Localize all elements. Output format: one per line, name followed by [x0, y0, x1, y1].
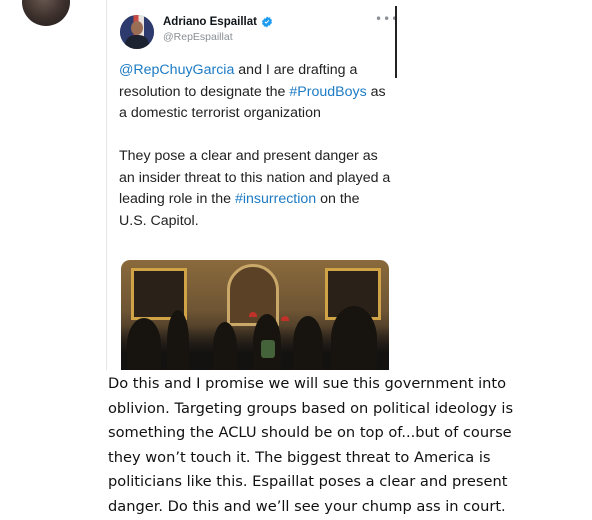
tweet-paragraph-1: @RepChuyGarcia and I are drafting a reso…: [119, 60, 391, 125]
caption-line: Do this and I promise we will sue this g…: [108, 375, 507, 392]
author-name-row: Adriano Espaillat: [163, 16, 273, 28]
more-options-icon[interactable]: •••: [375, 13, 396, 25]
caption-line: oblivion. Targeting groups based on poli…: [108, 399, 514, 417]
hashtag-link-proudboys[interactable]: #ProudBoys: [289, 84, 366, 100]
author-display-name[interactable]: Adriano Espaillat: [163, 16, 257, 28]
hashtag-link-insurrection[interactable]: #insurrection: [235, 191, 316, 207]
photo-figure: [167, 310, 189, 370]
photo-figure: [331, 306, 377, 370]
caption-line: something the ACLU should be on top of..…: [108, 424, 512, 441]
mention-link[interactable]: @RepChuyGarcia: [119, 62, 234, 78]
tweet-body: @RepChuyGarcia and I are drafting a reso…: [119, 60, 391, 232]
photo-figure: [127, 318, 161, 370]
tweet-paragraph-2: They pose a clear and present danger as …: [119, 146, 391, 232]
commenter-avatar[interactable]: [22, 0, 70, 26]
tweet-photo[interactable]: [121, 260, 389, 370]
avatar-face: [131, 21, 143, 35]
verified-badge-icon: [261, 16, 272, 28]
post-caption: Do this and I promise we will sue this g…: [108, 372, 578, 519]
photo-red-cap: [281, 316, 289, 321]
avatar-suit: [125, 35, 149, 49]
photo-red-cap: [249, 312, 257, 317]
author-avatar[interactable]: [120, 15, 154, 49]
author-handle[interactable]: @RepEspaillat: [163, 31, 233, 43]
caption-line: politicians like this. Espaillat poses a…: [108, 473, 508, 490]
card-right-border: [395, 6, 397, 78]
embedded-tweet-card[interactable]: Adriano Espaillat @RepEspaillat ••• @Rep…: [106, 0, 396, 370]
photo-figure: [213, 322, 237, 370]
caption-line: they won’t touch it. The biggest threat …: [108, 448, 491, 466]
photo-figure: [293, 316, 323, 370]
photo-green-shirt: [261, 340, 275, 358]
caption-line: danger. Do this and we’ll see your chump…: [108, 497, 506, 515]
